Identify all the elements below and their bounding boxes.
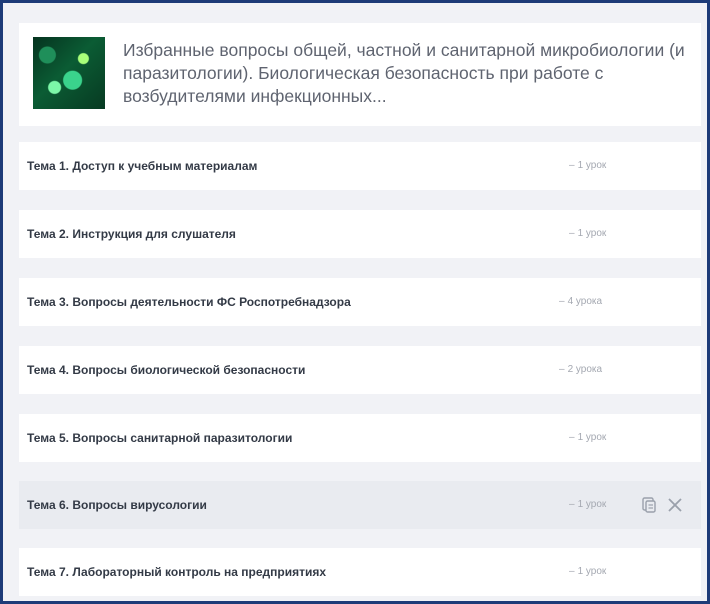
topic-title: Тема 6. Вопросы вирусологии xyxy=(27,498,207,512)
copy-icon[interactable] xyxy=(642,497,656,513)
topic-title: Тема 3. Вопросы деятельности ФС Роспотре… xyxy=(27,295,351,309)
lesson-count: –1 урок xyxy=(569,160,607,171)
topic-row-2[interactable]: Тема 2. Инструкция для слушателя –1 урок xyxy=(19,210,701,258)
lesson-count: –4 урока xyxy=(559,296,603,307)
topic-row-1[interactable]: Тема 1. Доступ к учебным материалам –1 у… xyxy=(19,142,701,190)
topic-title: Тема 5. Вопросы санитарной паразитологии xyxy=(27,431,293,445)
course-cover-image xyxy=(33,37,105,109)
lesson-count: –1 урок xyxy=(569,432,607,443)
topic-title: Тема 2. Инструкция для слушателя xyxy=(27,227,236,241)
topic-row-6[interactable]: Тема 6. Вопросы вирусологии –1 урок xyxy=(19,481,701,529)
topic-row-5[interactable]: Тема 5. Вопросы санитарной паразитологии… xyxy=(19,414,701,462)
topic-title: Тема 1. Доступ к учебным материалам xyxy=(27,159,258,173)
course-program-panel: Избранные вопросы общей, частной и санит… xyxy=(0,0,710,604)
topic-title: Тема 4. Вопросы биологической безопаснос… xyxy=(27,363,306,377)
topic-row-3[interactable]: Тема 3. Вопросы деятельности ФС Роспотре… xyxy=(19,278,701,326)
lesson-count: –1 урок xyxy=(569,566,607,577)
lesson-count: –1 урок xyxy=(569,499,607,510)
close-icon[interactable] xyxy=(667,497,683,513)
course-title: Избранные вопросы общей, частной и санит… xyxy=(123,40,685,106)
topic-row-4[interactable]: Тема 4. Вопросы биологической безопаснос… xyxy=(19,346,701,394)
lesson-count: –2 урока xyxy=(559,364,603,375)
topic-row-7[interactable]: Тема 7. Лабораторный контроль на предпри… xyxy=(19,548,701,596)
topic-title: Тема 7. Лабораторный контроль на предпри… xyxy=(27,565,327,579)
course-header[interactable]: Избранные вопросы общей, частной и санит… xyxy=(19,23,701,126)
lesson-count: –1 урок xyxy=(569,228,607,239)
